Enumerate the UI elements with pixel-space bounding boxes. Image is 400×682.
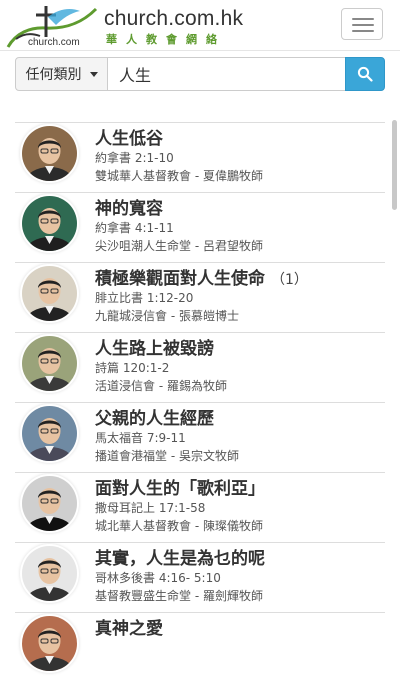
sermon-title-text: 其實，人生是為乜的呢 xyxy=(95,549,265,569)
sermon-list: 人生低谷約拿書 2:1-10 雙城華人基督教會 - 夏偉鵬牧師神的寬容約拿書 4:… xyxy=(15,122,385,682)
site-subtitle: 華人教會網絡 xyxy=(106,33,226,46)
preacher-avatar[interactable] xyxy=(22,616,77,671)
sermon-title-text: 人生低谷 xyxy=(95,129,163,149)
sermon-item[interactable]: 人生低谷約拿書 2:1-10 雙城華人基督教會 - 夏偉鵬牧師 xyxy=(15,122,385,192)
sermon-title[interactable]: 神的寬容 xyxy=(95,194,163,219)
sermon-item[interactable]: 積極樂觀面對人生使命 （1） 腓立比書 1:12-20 九龍城浸信會 - 張慕皚博士 xyxy=(15,262,385,332)
hamburger-icon-bar xyxy=(352,24,374,26)
preacher-photo-icon xyxy=(22,126,77,181)
sermon-title-text: 父親的人生經歷 xyxy=(95,409,214,429)
preacher-avatar[interactable] xyxy=(22,196,77,251)
sermon-title-text: 面對人生的「歌利亞」 xyxy=(95,479,265,499)
category-label: 任何類別 xyxy=(25,67,82,83)
church-and-preacher: 基督教豐盛生命堂 - 羅劍輝牧師 xyxy=(95,589,263,603)
sermon-part: （1） xyxy=(271,272,308,288)
church-and-preacher: 城北華人基督教會 - 陳璨儀牧師 xyxy=(95,519,263,533)
preacher-avatar[interactable] xyxy=(22,406,77,461)
search-button[interactable] xyxy=(345,57,385,91)
sermon-item[interactable]: 真神之愛 xyxy=(15,612,385,682)
scripture-reference: 撒母耳記上 17:1-58 xyxy=(95,501,206,515)
sermon-title-text: 人生路上被毀謗 xyxy=(95,339,214,359)
sermon-title[interactable]: 面對人生的「歌利亞」 xyxy=(95,474,265,499)
scrollbar[interactable] xyxy=(392,120,397,210)
sermon-item[interactable]: 人生路上被毀謗詩篇 120:1-2 活道浸信會 - 羅錫為牧師 xyxy=(15,332,385,402)
menu-toggle-button[interactable] xyxy=(341,8,383,40)
church-logo[interactable]: church.com xyxy=(6,3,98,49)
search-input[interactable]: 人生 xyxy=(107,57,361,91)
sermon-title[interactable]: 積極樂觀面對人生使命 （1） xyxy=(95,264,308,289)
preacher-photo-icon xyxy=(22,546,77,601)
sermon-title[interactable]: 父親的人生經歷 xyxy=(95,404,214,429)
preacher-photo-icon xyxy=(22,616,77,671)
preacher-avatar[interactable] xyxy=(22,476,77,531)
scripture-reference: 詩篇 120:1-2 xyxy=(95,361,170,375)
preacher-avatar[interactable] xyxy=(22,266,77,321)
sermon-title[interactable]: 人生低谷 xyxy=(95,124,163,149)
scripture-reference: 腓立比書 1:12-20 xyxy=(95,291,194,305)
sermon-title-text: 神的寬容 xyxy=(95,199,163,219)
preacher-photo-icon xyxy=(22,406,77,461)
caret-down-icon xyxy=(89,71,98,77)
search-icon xyxy=(357,66,373,82)
scripture-reference: 約拿書 4:1-11 xyxy=(95,221,174,235)
preacher-photo-icon xyxy=(22,476,77,531)
church-and-preacher: 活道浸信會 - 羅錫為牧師 xyxy=(95,379,227,393)
sermon-title[interactable]: 人生路上被毀謗 xyxy=(95,334,214,359)
category-dropdown[interactable]: 任何類別 xyxy=(15,57,108,91)
scripture-reference: 哥林多後書 4:16- 5:10 xyxy=(95,571,221,585)
site-header: church.com church.com.hk 華人教會網絡 xyxy=(0,0,400,51)
sermon-title[interactable]: 真神之愛 xyxy=(95,614,163,639)
hamburger-icon xyxy=(352,18,374,20)
sermon-item[interactable]: 面對人生的「歌利亞」撒母耳記上 17:1-58 城北華人基督教會 - 陳璨儀牧師 xyxy=(15,472,385,542)
sermon-title-text: 積極樂觀面對人生使命 xyxy=(95,269,265,289)
preacher-photo-icon xyxy=(22,336,77,391)
sermon-item[interactable]: 父親的人生經歷馬太福音 7:9-11 播道會港福堂 - 吳宗文牧師 xyxy=(15,402,385,472)
church-and-preacher: 雙城華人基督教會 - 夏偉鵬牧師 xyxy=(95,169,263,183)
scripture-reference: 馬太福音 7:9-11 xyxy=(95,431,186,445)
church-and-preacher: 播道會港福堂 - 吳宗文牧師 xyxy=(95,449,239,463)
sermon-item[interactable]: 其實，人生是為乜的呢哥林多後書 4:16- 5:10 基督教豐盛生命堂 - 羅劍輝… xyxy=(15,542,385,612)
sermon-title[interactable]: 其實，人生是為乜的呢 xyxy=(95,544,265,569)
logo-text: church.com xyxy=(28,37,80,48)
site-name[interactable]: church.com.hk xyxy=(104,7,243,31)
preacher-photo-icon xyxy=(22,196,77,251)
sermon-item[interactable]: 神的寬容約拿書 4:1-11 尖沙咀潮人生命堂 - 呂君望牧師 xyxy=(15,192,385,262)
preacher-photo-icon xyxy=(22,266,77,321)
preacher-avatar[interactable] xyxy=(22,126,77,181)
preacher-avatar[interactable] xyxy=(22,336,77,391)
search-bar: 任何類別 人生 xyxy=(15,57,385,91)
scripture-reference: 約拿書 2:1-10 xyxy=(95,151,174,165)
church-and-preacher: 尖沙咀潮人生命堂 - 呂君望牧師 xyxy=(95,239,263,253)
church-and-preacher: 九龍城浸信會 - 張慕皚博士 xyxy=(95,309,239,323)
sermon-title-text: 真神之愛 xyxy=(95,619,163,639)
preacher-avatar[interactable] xyxy=(22,546,77,601)
hamburger-icon-bar xyxy=(352,30,374,32)
